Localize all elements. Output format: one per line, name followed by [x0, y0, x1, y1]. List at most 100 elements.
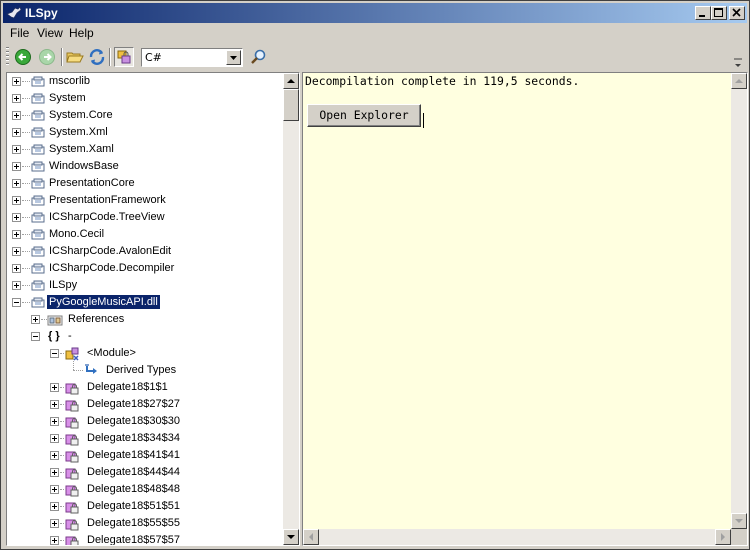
tree-node[interactable]: WindowsBase	[7, 158, 283, 175]
tree-item-assembly[interactable]: ICSharpCode.TreeView	[47, 210, 167, 224]
expand-toggle[interactable]	[50, 400, 59, 409]
menu-view[interactable]: View	[37, 26, 63, 40]
tree-item-delegate[interactable]: Delegate18$51$51	[85, 499, 182, 513]
toolbar-grip[interactable]	[6, 47, 9, 67]
tree-node[interactable]: ILSpy	[7, 277, 283, 294]
expand-toggle[interactable]	[12, 264, 21, 273]
maximize-button[interactable]	[711, 6, 727, 20]
tree-node[interactable]: Delegate18$41$41	[7, 447, 283, 464]
tree-node[interactable]: PresentationCore	[7, 175, 283, 192]
size-grip[interactable]	[731, 529, 747, 545]
tree-node[interactable]: PresentationFramework	[7, 192, 283, 209]
tree-vertical-scrollbar[interactable]	[283, 73, 299, 545]
tree-item-delegate[interactable]: Delegate18$41$41	[85, 448, 182, 462]
tree-scroll-thumb[interactable]	[283, 89, 299, 121]
expand-toggle[interactable]	[50, 485, 59, 494]
tree-item-delegate[interactable]: Delegate18$48$48	[85, 482, 182, 496]
expand-toggle[interactable]	[12, 128, 21, 137]
expand-toggle[interactable]	[50, 451, 59, 460]
expand-toggle[interactable]	[12, 77, 21, 86]
tree-scroll-down-button[interactable]	[283, 529, 299, 545]
output-scroll-left-button[interactable]	[303, 529, 319, 545]
search-button[interactable]	[249, 47, 269, 67]
tree-node[interactable]: <Module>	[7, 345, 283, 362]
tree-item-assembly[interactable]: Mono.Cecil	[47, 227, 106, 241]
tree-node[interactable]: { } -	[7, 328, 283, 345]
tree-item-assembly[interactable]: PresentationCore	[47, 176, 137, 190]
expand-toggle[interactable]	[12, 162, 21, 171]
expand-toggle[interactable]	[12, 94, 21, 103]
reload-button[interactable]	[87, 47, 107, 67]
menu-help[interactable]: Help	[69, 26, 94, 40]
decompiler-output[interactable]: Decompilation complete in 119,5 seconds.…	[302, 72, 748, 546]
tree-item-references[interactable]: References	[66, 312, 126, 326]
tree-item-assembly[interactable]: ICSharpCode.AvalonEdit	[47, 244, 173, 258]
tree-item-delegate[interactable]: Delegate18$27$27	[85, 397, 182, 411]
assembly-tree[interactable]: mscorlib System System.Core System.Xml Syste…	[6, 72, 300, 546]
tree-node[interactable]: References	[7, 311, 283, 328]
tree-node[interactable]: Delegate18$44$44	[7, 464, 283, 481]
expand-toggle[interactable]	[12, 111, 21, 120]
tree-item-derived-types[interactable]: Derived Types	[104, 363, 178, 377]
output-scroll-up-button[interactable]	[731, 73, 747, 89]
tree-item-assembly[interactable]: System.Xml	[47, 125, 110, 139]
expand-toggle[interactable]	[12, 281, 21, 290]
tree-item-assembly[interactable]: WindowsBase	[47, 159, 121, 173]
expand-toggle[interactable]	[12, 196, 21, 205]
title-bar[interactable]: ILSpy	[3, 3, 747, 23]
menu-file[interactable]: File	[10, 26, 29, 40]
expand-toggle[interactable]	[50, 502, 59, 511]
tree-item-assembly[interactable]: ILSpy	[47, 278, 79, 292]
toolbar-overflow-icon[interactable]	[732, 56, 744, 70]
tree-node[interactable]: System	[7, 90, 283, 107]
tree-scroll-up-button[interactable]	[283, 73, 299, 89]
expand-toggle[interactable]	[12, 247, 21, 256]
tree-node[interactable]: Mono.Cecil	[7, 226, 283, 243]
tree-node[interactable]: Delegate18$1$1	[7, 379, 283, 396]
output-scroll-down-button[interactable]	[731, 513, 747, 529]
back-button[interactable]	[13, 47, 33, 67]
tree-node[interactable]: Delegate18$48$48	[7, 481, 283, 498]
tree-node[interactable]: ICSharpCode.AvalonEdit	[7, 243, 283, 260]
minimize-button[interactable]	[695, 6, 711, 20]
tree-node[interactable]: Delegate18$57$57	[7, 532, 283, 545]
tree-node[interactable]: System.Core	[7, 107, 283, 124]
forward-button[interactable]	[37, 47, 57, 67]
expand-toggle[interactable]	[12, 179, 21, 188]
expand-toggle[interactable]	[31, 315, 40, 324]
expand-toggle[interactable]	[50, 519, 59, 528]
tree-node[interactable]: Delegate18$55$55	[7, 515, 283, 532]
tree-node[interactable]: Delegate18$51$51	[7, 498, 283, 515]
collapse-toggle[interactable]	[31, 332, 40, 341]
tree-item-delegate[interactable]: Delegate18$34$34	[85, 431, 182, 445]
tree-item-delegate[interactable]: Delegate18$57$57	[85, 533, 182, 545]
expand-toggle[interactable]	[12, 230, 21, 239]
expand-toggle[interactable]	[50, 536, 59, 545]
tree-node[interactable]: System.Xaml	[7, 141, 283, 158]
tree-node[interactable]: Delegate18$27$27	[7, 396, 283, 413]
expand-toggle[interactable]	[12, 213, 21, 222]
show-internal-types-button[interactable]	[114, 47, 134, 67]
expand-toggle[interactable]	[50, 417, 59, 426]
tree-item-assembly[interactable]: System	[47, 91, 88, 105]
language-select[interactable]: C#	[141, 48, 243, 67]
tree-node[interactable]: Delegate18$34$34	[7, 430, 283, 447]
expand-toggle[interactable]	[50, 383, 59, 392]
open-button[interactable]	[65, 47, 85, 67]
tree-item-delegate[interactable]: Delegate18$44$44	[85, 465, 182, 479]
tree-item-namespace[interactable]: -	[66, 329, 74, 343]
output-scroll-right-button[interactable]	[715, 529, 731, 545]
expand-toggle[interactable]	[50, 468, 59, 477]
tree-item-assembly[interactable]: System.Xaml	[47, 142, 116, 156]
tree-node[interactable]: ICSharpCode.Decompiler	[7, 260, 283, 277]
tree-item-module[interactable]: <Module>	[85, 346, 138, 360]
tree-node[interactable]: System.Xml	[7, 124, 283, 141]
expand-toggle[interactable]	[12, 145, 21, 154]
language-dropdown-button[interactable]	[226, 50, 241, 65]
tree-node[interactable]: PyGoogleMusicAPI.dll	[7, 294, 283, 311]
tree-item-delegate[interactable]: Delegate18$30$30	[85, 414, 182, 428]
tree-node[interactable]: Derived Types	[7, 354, 283, 379]
expand-toggle[interactable]	[50, 434, 59, 443]
tree-item-delegate[interactable]: Delegate18$1$1	[85, 380, 170, 394]
tree-item-assembly[interactable]: PyGoogleMusicAPI.dll	[47, 295, 160, 309]
